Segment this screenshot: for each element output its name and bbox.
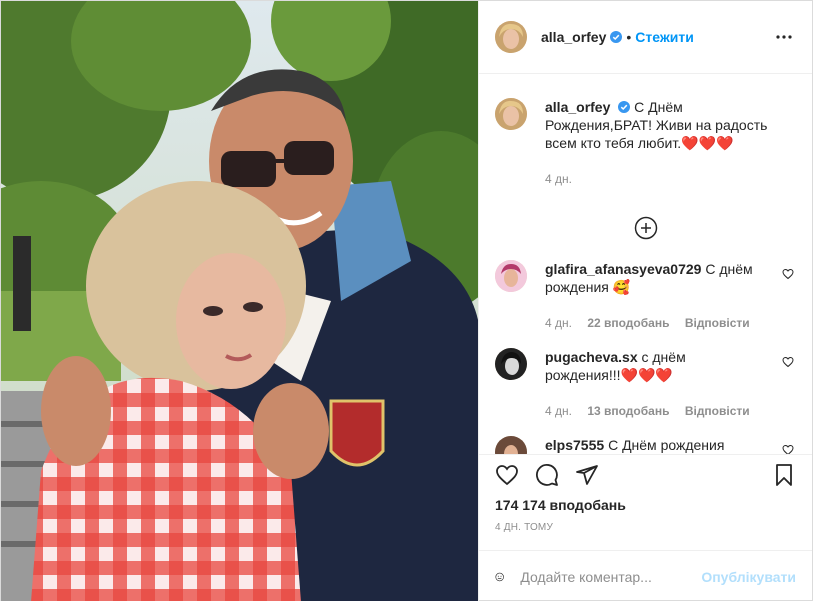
author-avatar[interactable]	[495, 21, 527, 53]
author-username[interactable]: alla_orfey	[541, 29, 606, 45]
comment-meta: 4 дн. 13 вподобань Відповісти	[545, 402, 765, 420]
post-actions	[479, 454, 812, 494]
post-sidebar: alla_orfey • Стежити alla_orfey С Днём Р…	[478, 1, 812, 601]
caption-avatar[interactable]	[495, 98, 527, 130]
comment-text: С Днём рождения	[608, 437, 725, 453]
comment-input[interactable]	[520, 568, 702, 585]
comment-emoji: 🥰	[612, 279, 631, 295]
comment-item: elps7555 С Днём рождения	[495, 436, 796, 454]
load-more-plus-icon[interactable]	[634, 216, 658, 240]
like-heart-icon[interactable]	[495, 463, 519, 487]
comments-section[interactable]: alla_orfey С Днём Рождения,БРАТ! Живи на…	[479, 74, 812, 454]
follow-button[interactable]: Стежити	[635, 29, 694, 45]
comment-like-heart-icon[interactable]	[782, 444, 794, 454]
comment-emoji: ❤️❤️❤️	[620, 367, 673, 383]
instagram-post: alla_orfey • Стежити alla_orfey С Днём Р…	[0, 0, 813, 601]
post-photo[interactable]	[1, 1, 478, 601]
emoji-picker-icon[interactable]	[495, 565, 504, 589]
caption-hearts: ❤️❤️❤️	[681, 135, 734, 151]
comment-username[interactable]: pugacheva.sx	[545, 349, 638, 365]
comment-likes[interactable]: 22 вподобань	[587, 316, 669, 330]
comment-username[interactable]: glafira_afanasyeva0729	[545, 261, 701, 277]
comment-age: 4 дн.	[545, 316, 572, 330]
comment-bubble-icon[interactable]	[535, 463, 559, 487]
share-send-icon[interactable]	[575, 463, 599, 487]
post-header: alla_orfey • Стежити	[479, 1, 812, 74]
comment-item: glafira_afanasyeva0729 С днём рождения 🥰…	[495, 260, 796, 332]
comment-avatar[interactable]	[495, 348, 527, 380]
more-options-icon[interactable]	[772, 25, 796, 49]
comment-meta: 4 дн. 22 вподобань Відповісти	[545, 314, 765, 332]
load-more-comments	[495, 216, 796, 240]
bookmark-icon[interactable]	[772, 463, 796, 487]
comment-avatar[interactable]	[495, 260, 527, 292]
verified-badge-icon	[610, 31, 623, 43]
comment-age: 4 дн.	[545, 404, 572, 418]
comment-avatar[interactable]	[495, 436, 527, 454]
comment-username[interactable]: elps7555	[545, 437, 604, 453]
post-time[interactable]: 4 дн. тому	[479, 516, 812, 550]
caption-age: 4 дн.	[545, 172, 572, 186]
add-comment-bar: Опублікувати	[479, 550, 812, 601]
caption-meta: 4 дн.	[545, 170, 780, 188]
comment-like-heart-icon[interactable]	[782, 268, 794, 280]
separator-dot: •	[626, 29, 632, 45]
comment-like-heart-icon[interactable]	[782, 356, 794, 368]
post-image	[1, 1, 478, 601]
verified-badge-icon	[618, 101, 631, 113]
caption-username[interactable]: alla_orfey	[545, 99, 610, 115]
post-caption: alla_orfey С Днём Рождения,БРАТ! Живи на…	[495, 74, 796, 188]
publish-button[interactable]: Опублікувати	[701, 569, 796, 585]
reply-button[interactable]: Відповісти	[685, 316, 750, 330]
comment-item: pugacheva.sx с днём рождения!!!❤️❤️❤️ 4 …	[495, 348, 796, 420]
comment-likes[interactable]: 13 вподобань	[587, 404, 669, 418]
reply-button[interactable]: Відповісти	[685, 404, 750, 418]
likes-count[interactable]: 174 174 вподобань	[479, 494, 812, 516]
